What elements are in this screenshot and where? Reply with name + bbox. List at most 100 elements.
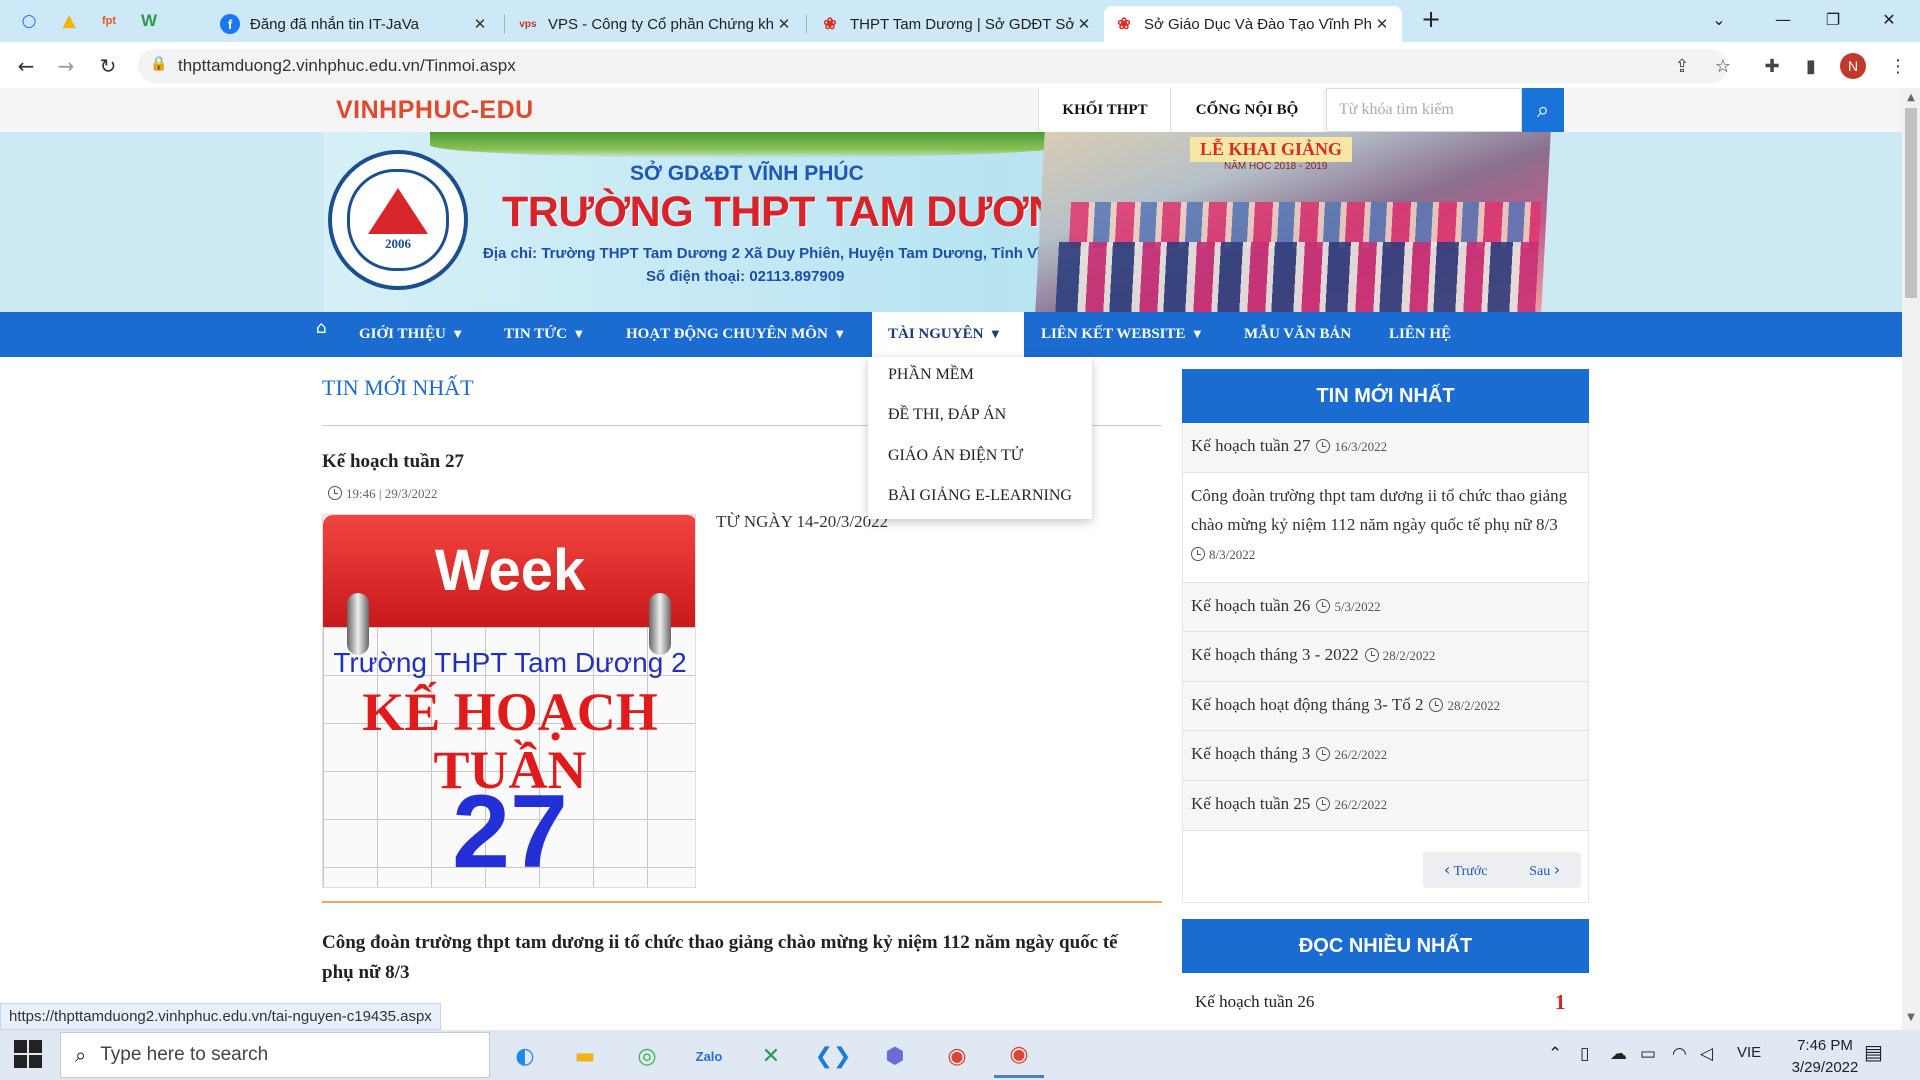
url-text[interactable]: thpttamduong2.vinhphuc.edu.vn/Tinmoi.asp… [178,56,516,76]
most-read-item[interactable]: Kế hoạch tuần 26 [1195,992,1314,1012]
battery-icon[interactable]: ▭ [1640,1044,1656,1064]
bookmark-star-icon[interactable]: ☆ [1709,52,1737,80]
article-timestamp: 19:46 | 29/3/2022 [346,486,438,501]
sidebar-news-item[interactable]: Kế hoạch tuần 27 16/3/2022 [1183,423,1588,473]
coccoc-icon[interactable]: ◎ [622,1034,672,1078]
pinned-tab-fpt-icon[interactable]: fpt [92,6,126,36]
chrome-profile-icon[interactable]: ◉ [994,1034,1044,1078]
pager-prev-button[interactable]: ‹ Trước [1444,860,1488,880]
reload-button[interactable]: ↻ [92,50,124,82]
tab-vps[interactable]: vps VPS - Công ty Cổ phần Chứng khoán ✕ [508,6,804,42]
nav-label: LIÊN HỆ [1389,326,1452,342]
search-icon: ⌕ [1536,97,1550,123]
language-indicator[interactable]: VIE [1737,1044,1761,1061]
edge-icon[interactable]: ◐ [500,1034,550,1078]
sidebar-news-item[interactable]: Kế hoạch tuần 25 26/2/2022 [1183,781,1588,831]
extensions-puzzle-icon[interactable]: ✚ [1758,52,1786,80]
chevron-right-icon: › [1553,860,1561,879]
tab-so-giao-duc-active[interactable]: ❀ Sở Giáo Dục Và Đào Tạo Vĩnh Phúc ✕ [1104,6,1402,42]
nav-gioi-thieu[interactable]: GIỚI THIỆU ▼ [359,312,462,357]
forward-button[interactable]: → [50,50,82,82]
clock-icon [1429,698,1444,712]
nav-label: HOẠT ĐỘNG CHUYÊN MÔN [626,326,828,342]
close-tab-icon[interactable]: ✕ [1372,15,1392,33]
file-explorer-icon[interactable]: ▬ [560,1034,610,1078]
brand-logo-text[interactable]: VINHPHUC-EDU [336,96,534,125]
close-tab-icon[interactable]: ✕ [1074,15,1094,33]
nav-hoat-dong-chuyen-mon[interactable]: HOẠT ĐỘNG CHUYÊN MÔN ▼ [626,312,844,357]
dropdown-item-phan-mem[interactable]: PHẦN MỀM [888,366,974,384]
banner-school-name: TRƯỜNG THPT TAM DƯƠNG 2 [502,188,1127,236]
banner-ceremony-title: LỄ KHAI GIẢNG [1190,137,1353,162]
new-tab-button[interactable]: + [1408,4,1454,34]
tab-facebook[interactable]: f Đăng đã nhắn tin IT-JaVa ✕ [210,6,500,42]
taskbar-search[interactable]: ⌕ Type here to search [60,1032,490,1078]
search-icon: ⌕ [75,1043,87,1067]
pager-prev-label: Trước [1453,864,1488,879]
thumb-school: Trường THPT Tam Dương 2 [333,647,687,678]
article-divider [322,901,1162,903]
pinned-tab-drive-icon[interactable]: ▲ [52,6,86,36]
sidebar-news-item[interactable]: Kế hoạch tháng 3 - 2022 28/2/2022 [1183,632,1588,682]
lock-icon[interactable]: 🔒 [150,56,167,72]
dropdown-item-giao-an[interactable]: GIÁO ÁN ĐIỆN TỬ [888,447,1023,465]
caret-down-icon: ▼ [991,329,1000,340]
scroll-down-arrow-icon[interactable]: ▼ [1902,1012,1920,1030]
notification-icon[interactable]: ▤ [1864,1040,1883,1064]
zalo-icon[interactable]: Zalo [684,1034,734,1078]
sidebar-news-item[interactable]: Kế hoạch hoạt động tháng 3- Tổ 2 28/2/202… [1183,682,1588,731]
close-tab-icon[interactable]: ✕ [470,15,490,33]
flower-icon: ❀ [1117,16,1131,33]
onedrive-cloud-icon[interactable]: ☁ [1610,1044,1627,1064]
side-panel-icon[interactable]: ▮ [1797,52,1825,80]
nav-mau-van-ban[interactable]: MẪU VĂN BẢN [1244,312,1351,357]
calendar-ring-icon [649,593,671,655]
tab-search-chevron-icon[interactable]: ⌄ [1696,4,1742,34]
excel-icon[interactable]: ✕ [746,1034,796,1078]
dropdown-item-bai-giang[interactable]: BÀI GIẢNG E-LEARNING [888,487,1072,505]
clock-icon [1191,547,1205,561]
top-nav-khoi-thpt[interactable]: KHỐI THPT [1038,88,1171,132]
nav-tai-nguyen-active[interactable]: TÀI NGUYÊN ▼ [872,312,1024,357]
caret-down-icon: ▼ [835,329,844,340]
top-nav-cong-noi-bo[interactable]: CỔNG NỘI BỘ [1170,88,1323,132]
back-button[interactable]: ← [10,50,42,82]
vscode-icon[interactable]: ❮❯ [808,1034,858,1078]
sidebar-news-item[interactable]: Kế hoạch tháng 3 26/2/2022 [1183,731,1588,781]
pager-next-button[interactable]: Sau › [1529,860,1560,880]
article-thumbnail[interactable]: Week Trường THPT Tam Dương 2 KẾ HOẠCH TU… [322,514,696,888]
wifi-icon[interactable]: ◠ [1672,1044,1687,1064]
search-button[interactable]: ⌕ [1522,88,1564,132]
article-title[interactable]: Kế hoạch tuần 27 [322,447,464,477]
profile-avatar[interactable]: N [1840,53,1866,79]
minimize-button[interactable]: — [1760,4,1806,34]
sidebar-news-item[interactable]: Kế hoạch tuần 26 5/3/2022 [1183,583,1588,632]
tray-device-icon[interactable]: ▯ [1580,1044,1589,1064]
nav-lien-ket-website[interactable]: LIÊN KẾT WEBSITE ▼ [1041,312,1201,357]
article-title[interactable]: Công đoàn trường thpt tam dương ii tổ ch… [322,928,1122,988]
dropdown-item-de-thi[interactable]: ĐỀ THI, ĐÁP ÁN [888,406,1006,424]
pinned-tab-opera-icon[interactable]: ○ [12,6,46,36]
chrome-menu-icon[interactable]: ⋮ [1884,52,1912,80]
sidebar-news-item[interactable]: Công đoàn trường thpt tam dương ii tổ ch… [1183,473,1588,583]
nav-lien-he[interactable]: LIÊN HỆ [1389,312,1451,357]
chrome-icon[interactable]: ◉ [932,1034,982,1078]
pinned-tab-w-icon[interactable]: W [132,6,166,36]
nav-tin-tuc[interactable]: TIN TỨC ▼ [504,312,583,357]
windows-start-icon[interactable] [14,1040,44,1070]
calendar-ring-icon [347,593,369,655]
site-search-input[interactable] [1326,88,1522,132]
tab-thpt-tam-duong[interactable]: ❀ THPT Tam Dương | Sở GDĐT Sở GDĐT ✕ [810,6,1104,42]
taskbar-clock[interactable]: 7:46 PM 3/29/2022 [1780,1035,1870,1079]
home-icon[interactable]: ⌂ [316,318,327,338]
share-icon[interactable]: ⇪ [1668,52,1696,80]
scrollbar-thumb[interactable] [1905,108,1917,298]
sidebar-latest-heading: TIN MỚI NHẤT [1182,369,1589,423]
close-window-button[interactable]: ✕ [1866,4,1912,34]
school-logo[interactable]: 2006 [328,150,468,290]
tray-chevron-up-icon[interactable]: ⌃ [1548,1044,1562,1064]
close-tab-icon[interactable]: ✕ [774,15,794,33]
volume-icon[interactable]: ◁ [1700,1044,1713,1064]
app-cube-icon[interactable]: ⬢ [870,1034,920,1078]
restore-button[interactable]: ❐ [1810,4,1856,34]
